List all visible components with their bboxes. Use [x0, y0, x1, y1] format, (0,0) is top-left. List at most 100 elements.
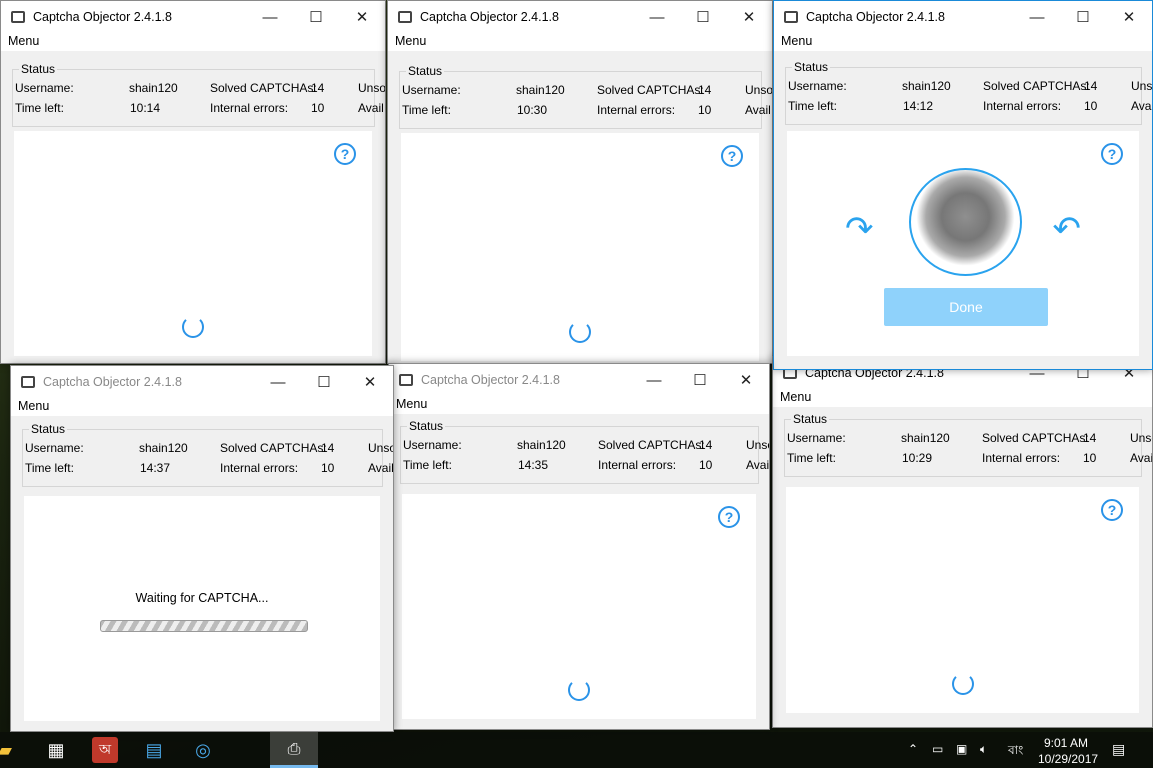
app-icon — [399, 374, 413, 386]
unsolved-label: Unsol — [1131, 79, 1153, 93]
status-group: Status Username: shain120 Solved CAPTCHA… — [399, 64, 772, 129]
maximize-button[interactable]: ☐ — [301, 366, 347, 398]
window-title: Captcha Objector 2.4.1.8 — [806, 10, 945, 24]
clock-time[interactable]: 9:01 AM — [1044, 736, 1088, 750]
menu-item-menu[interactable]: Menu — [780, 390, 811, 404]
language-indicator[interactable]: বাং — [1008, 742, 1023, 762]
done-button[interactable]: Done — [884, 288, 1048, 326]
time-left-value: 14:12 — [903, 99, 934, 113]
help-icon[interactable]: ? — [1101, 499, 1123, 521]
unsolved-label: Unsol — [745, 83, 773, 97]
rotate-right-arrow-icon[interactable]: ↶ — [1053, 209, 1082, 249]
menu-bar: Menu — [389, 396, 769, 414]
close-button[interactable]: ✕ — [1106, 1, 1152, 33]
taskbar-captcha-objector[interactable]: ⎙ — [270, 732, 318, 768]
status-label: Status — [791, 412, 830, 426]
title-bar[interactable]: Captcha Objector 2.4.1.8 — ☐ ✕ — [1, 1, 385, 33]
time-left-label: Time left: — [788, 99, 837, 113]
captcha-objector-window[interactable]: Captcha Objector 2.4.1.8 — ☐ ✕ Menu Stat… — [0, 0, 386, 364]
close-button[interactable]: ✕ — [723, 364, 769, 396]
menu-item-menu[interactable]: Menu — [8, 34, 39, 48]
username-value: shain120 — [901, 431, 950, 445]
available-label: Avail — [1130, 451, 1153, 465]
app-icon — [398, 11, 412, 23]
help-icon[interactable]: ? — [1101, 143, 1123, 165]
username-label: Username: — [25, 441, 84, 455]
window-title: Captcha Objector 2.4.1.8 — [420, 10, 559, 24]
title-bar[interactable]: Captcha Objector 2.4.1.8 — ☐ ✕ — [388, 1, 772, 33]
solved-label: Solved CAPTCHAs: — [983, 79, 1090, 93]
window-title: Captcha Objector 2.4.1.8 — [43, 375, 182, 389]
unsolved-label: Unsol — [746, 438, 769, 452]
available-label: Avail — [358, 101, 384, 115]
time-left-value: 10:29 — [902, 451, 933, 465]
title-bar[interactable]: Captcha Objector 2.4.1.8 — ☐ ✕ — [774, 1, 1152, 33]
network-icon[interactable]: ▣ — [956, 742, 967, 756]
show-hidden-icons[interactable]: ⌃ — [908, 742, 918, 756]
username-label: Username: — [402, 83, 461, 97]
waiting-progress-bar — [100, 620, 308, 632]
captcha-objector-window[interactable]: Captcha Objector 2.4.1.8 — ☐ ✕ Menu Stat… — [10, 365, 394, 732]
close-button[interactable]: ✕ — [339, 1, 385, 33]
status-label: Status — [19, 62, 58, 76]
window-title: Captcha Objector 2.4.1.8 — [421, 373, 560, 387]
action-center-icon[interactable]: ▤ — [1112, 741, 1125, 758]
maximize-button[interactable]: ☐ — [293, 1, 339, 33]
solved-value: 14 — [698, 83, 712, 97]
minimize-button[interactable]: — — [634, 1, 680, 33]
maximize-button[interactable]: ☐ — [1060, 1, 1106, 33]
help-icon[interactable]: ? — [718, 506, 740, 528]
app-icon-circle[interactable]: ◎ — [190, 737, 216, 763]
close-button[interactable]: ✕ — [726, 1, 772, 33]
captcha-objector-window[interactable]: Captcha Objector 2.4.1.8 — ☐ ✕ Menu Stat… — [387, 0, 773, 364]
solved-label: Solved CAPTCHAs: — [210, 81, 317, 95]
captcha-objector-window[interactable]: Captcha Objector 2.4.1.8 — ☐ ✕ Menu Stat… — [772, 356, 1153, 728]
app-icon-red[interactable]: অ — [92, 737, 118, 763]
solved-label: Solved CAPTCHAs: — [982, 431, 1089, 445]
title-bar[interactable]: Captcha Objector 2.4.1.8 — ☐ ✕ — [389, 364, 769, 396]
menu-item-menu[interactable]: Menu — [781, 34, 812, 48]
menu-item-menu[interactable]: Menu — [395, 34, 426, 48]
maximize-button[interactable]: ☐ — [680, 1, 726, 33]
solved-value: 14 — [311, 81, 325, 95]
captcha-area: ? — [786, 487, 1139, 713]
errors-label: Internal errors: — [598, 458, 677, 472]
menu-item-menu[interactable]: Menu — [396, 397, 427, 411]
errors-value: 10 — [699, 458, 713, 472]
captcha-image — [909, 168, 1022, 276]
status-label: Status — [792, 60, 831, 74]
time-left-label: Time left: — [403, 458, 452, 472]
clock-date[interactable]: 10/29/2017 — [1038, 752, 1098, 766]
window-title: Captcha Objector 2.4.1.8 — [33, 10, 172, 24]
store-icon[interactable]: ▦ — [43, 737, 69, 763]
title-bar[interactable]: Captcha Objector 2.4.1.8 — ☐ ✕ — [11, 366, 393, 398]
maximize-button[interactable]: ☐ — [677, 364, 723, 396]
username-value: shain120 — [902, 79, 951, 93]
volume-icon[interactable]: 🔈︎ — [980, 742, 987, 757]
loading-spinner — [182, 316, 204, 338]
rotate-left-arrow-icon[interactable]: ↷ — [845, 209, 874, 249]
minimize-button[interactable]: — — [1014, 1, 1060, 33]
solved-value: 14 — [321, 441, 335, 455]
loading-spinner — [569, 321, 591, 343]
solved-label: Solved CAPTCHAs: — [598, 438, 705, 452]
time-left-label: Time left: — [15, 101, 64, 115]
minimize-button[interactable]: — — [255, 366, 301, 398]
app-icon-blue[interactable]: ▤ — [141, 737, 167, 763]
solved-value: 14 — [1083, 431, 1097, 445]
battery-icon[interactable]: ▭ — [932, 742, 943, 756]
close-button[interactable]: ✕ — [347, 366, 393, 398]
username-label: Username: — [15, 81, 74, 95]
help-icon[interactable]: ? — [334, 143, 356, 165]
menu-item-menu[interactable]: Menu — [18, 399, 49, 413]
captcha-objector-window[interactable]: Captcha Objector 2.4.1.8 — ☐ ✕ Menu Stat… — [388, 363, 770, 730]
minimize-button[interactable]: — — [631, 364, 677, 396]
captcha-objector-window[interactable]: Captcha Objector 2.4.1.8 — ☐ ✕ Menu Stat… — [773, 0, 1153, 370]
time-left-value: 10:30 — [517, 103, 548, 117]
file-explorer-icon[interactable]: ▰ — [0, 737, 18, 763]
waiting-text: Waiting for CAPTCHA... — [135, 591, 269, 605]
help-icon[interactable]: ? — [721, 145, 743, 167]
taskbar: ▰ ▦ অ ▤ ◎ ⎙ ⌃ ▭ ▣ 🔈︎ বাং 9:01 AM 10/29/2… — [0, 732, 1153, 768]
captcha-area: Waiting for CAPTCHA... — [24, 496, 380, 721]
minimize-button[interactable]: — — [247, 1, 293, 33]
